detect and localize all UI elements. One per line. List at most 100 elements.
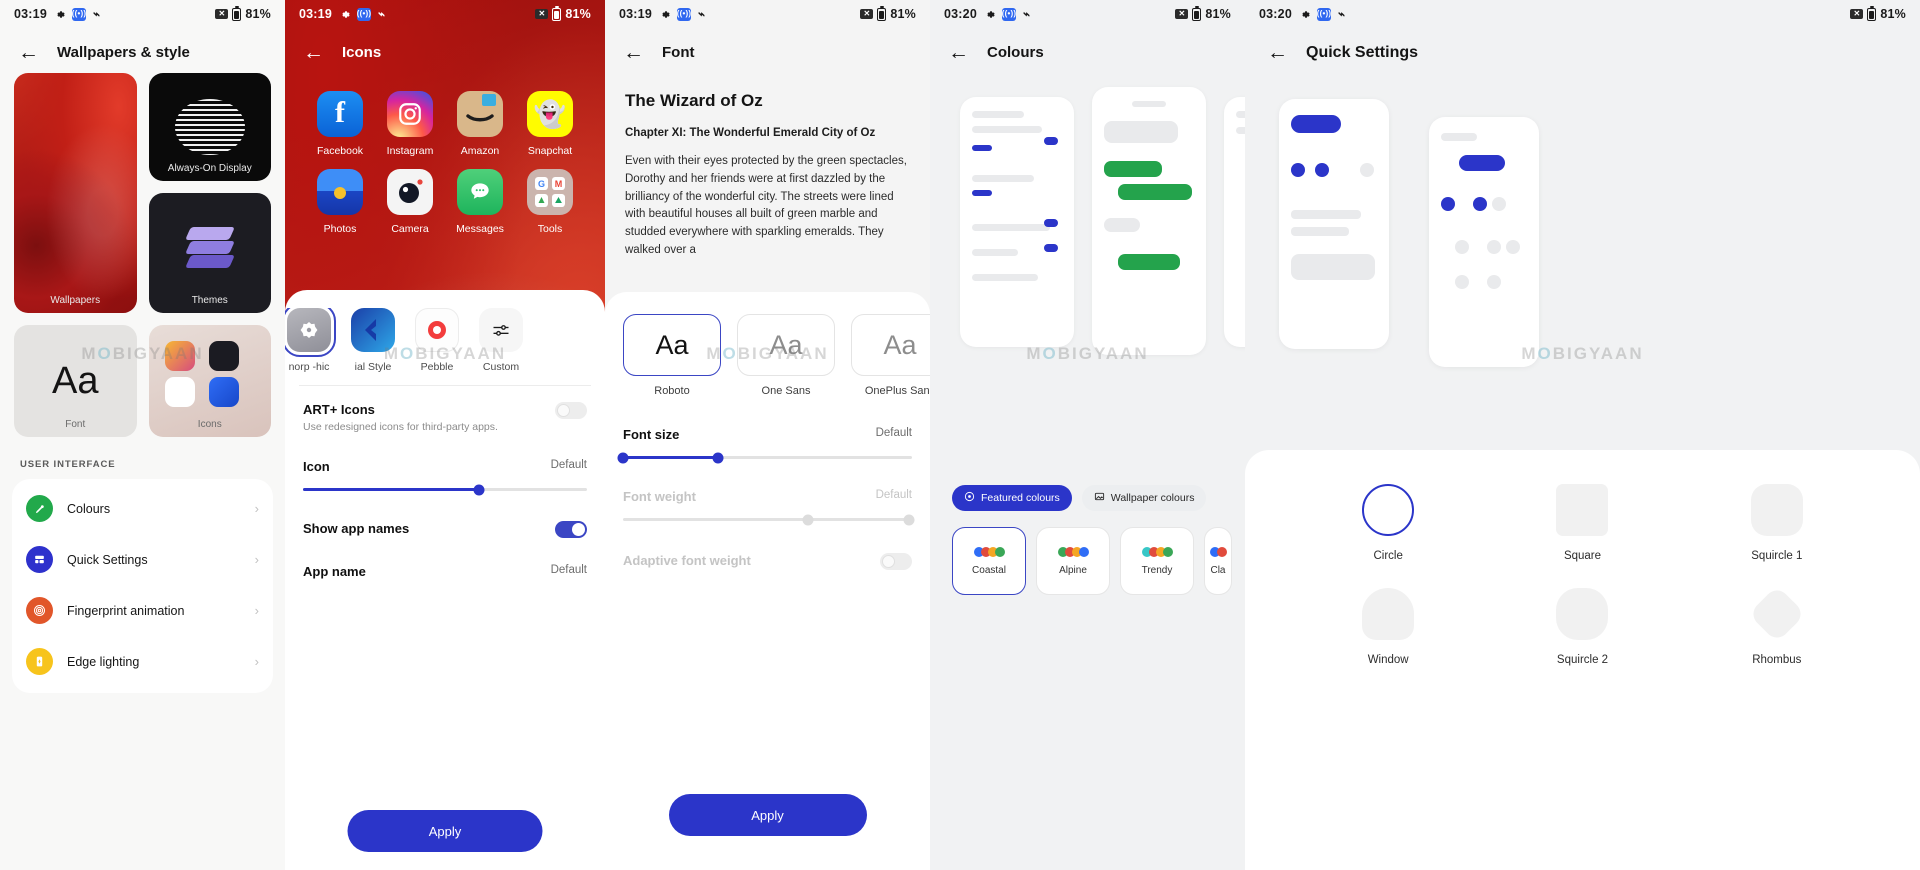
battery-x-icon: ✕ bbox=[860, 9, 874, 19]
style-tiles: Aa Font Icons bbox=[0, 313, 285, 437]
always-on-display-tile[interactable]: Always-On Display bbox=[148, 73, 271, 181]
app-cell-tools[interactable]: G M Tools bbox=[515, 169, 585, 235]
font-swatch: Aa bbox=[623, 314, 721, 376]
shape-option-circle[interactable]: Circle bbox=[1291, 484, 1485, 562]
app-bar: ← Font bbox=[605, 28, 930, 73]
font-weight-value: Default bbox=[875, 489, 912, 501]
instagram-icon bbox=[387, 91, 433, 137]
themes-tile[interactable]: Themes bbox=[148, 193, 271, 313]
squircle1-shape-icon bbox=[1750, 484, 1803, 536]
tab-wallpaper-colours[interactable]: Wallpaper colours bbox=[1081, 485, 1207, 511]
gear-icon bbox=[339, 9, 350, 20]
show-app-names-toggle[interactable] bbox=[555, 521, 587, 538]
back-button[interactable]: ← bbox=[303, 42, 324, 63]
app-cell-camera[interactable]: Camera bbox=[375, 169, 445, 235]
icon-style-pebble[interactable]: Pebble bbox=[415, 308, 459, 373]
preview-card-green[interactable] bbox=[1092, 87, 1206, 355]
palette-dots bbox=[1209, 546, 1227, 557]
palette-alpine[interactable]: Alpine bbox=[1036, 527, 1110, 595]
list-item-edge-lighting[interactable]: Edge lighting › bbox=[12, 636, 273, 687]
preview-card-partial[interactable] bbox=[1224, 97, 1245, 347]
adaptive-font-weight-toggle[interactable] bbox=[880, 553, 912, 570]
palette-dots bbox=[1057, 546, 1089, 557]
icon-style-custom[interactable]: Custom bbox=[479, 308, 523, 373]
rhombus-shape-icon bbox=[1748, 585, 1806, 643]
preview-card-right[interactable] bbox=[1429, 117, 1539, 367]
panel-quick-settings: 03:20 ((•)) ⌁ ✕ 81% ← Quick Settings Cir… bbox=[1245, 0, 1920, 870]
shape-option-rhombus[interactable]: Rhombus bbox=[1680, 585, 1874, 666]
status-bar: 03:19 ((•)) ⌁ ✕ 81% bbox=[0, 0, 285, 28]
list-item-label: Fingerprint animation bbox=[67, 603, 185, 618]
icons-tile[interactable]: Icons bbox=[148, 325, 271, 437]
shape-label: Squircle 2 bbox=[1556, 654, 1609, 666]
art-icons-toggle[interactable] bbox=[555, 402, 587, 419]
app-cell-photos[interactable]: Photos bbox=[305, 169, 375, 235]
app-cell-messages[interactable]: Messages bbox=[445, 169, 515, 235]
palette-classic-partial[interactable]: Cla bbox=[1204, 527, 1232, 595]
colour-preview-cards bbox=[930, 73, 1245, 355]
app-cell-facebook[interactable]: f Facebook bbox=[305, 91, 375, 157]
preview-card-left[interactable] bbox=[1279, 99, 1389, 349]
aod-sun-icon bbox=[174, 99, 245, 155]
list-item-quick-settings[interactable]: Quick Settings › bbox=[12, 534, 273, 585]
screenshot-stage: 03:19 ((•)) ⌁ ✕ 81% ← Wallpapers & style… bbox=[0, 0, 1920, 870]
shape-option-squircle-2[interactable]: Squircle 2 bbox=[1485, 588, 1679, 666]
list-item-fingerprint-animation[interactable]: Fingerprint animation › bbox=[12, 585, 273, 636]
book-chapter: Chapter XI: The Wonderful Emerald City o… bbox=[625, 127, 876, 139]
palette-trendy[interactable]: Trendy bbox=[1120, 527, 1194, 595]
book-title: The Wizard of Oz bbox=[625, 91, 763, 110]
palette-label: Coastal bbox=[972, 564, 1006, 576]
font-option-roboto[interactable]: Aa Roboto bbox=[623, 314, 721, 397]
battery-icon bbox=[232, 5, 242, 21]
apply-button[interactable]: Apply bbox=[347, 810, 543, 852]
palette-dots bbox=[973, 546, 1005, 557]
back-button[interactable]: ← bbox=[623, 42, 644, 63]
palette-coastal[interactable]: Coastal bbox=[952, 527, 1026, 595]
nfc-icon: ((•)) bbox=[357, 7, 371, 21]
book-body: Even with their eyes protected by the gr… bbox=[625, 155, 907, 257]
apply-button[interactable]: Apply bbox=[668, 794, 867, 836]
list-item-label: Quick Settings bbox=[67, 552, 148, 567]
list-item-colours[interactable]: Colours › bbox=[12, 483, 273, 534]
page-title: Font bbox=[662, 44, 695, 61]
icon-style-label: Pebble bbox=[420, 361, 454, 373]
app-name: Snapchat bbox=[527, 145, 573, 157]
app-name-value: Default bbox=[550, 564, 587, 576]
battery-icon bbox=[1867, 5, 1877, 21]
icon-size-slider[interactable] bbox=[303, 484, 587, 495]
back-button[interactable]: ← bbox=[18, 42, 39, 63]
app-cell-snapchat[interactable]: 👻 Snapchat bbox=[515, 91, 585, 157]
wallpapers-tile-label: Wallpapers bbox=[50, 295, 101, 306]
status-bar: 03:20 ((•)) ⌁ ✕ 81% bbox=[1245, 0, 1920, 28]
quick-settings-previews bbox=[1245, 73, 1920, 367]
wallpapers-tile[interactable]: Wallpapers bbox=[14, 73, 137, 313]
font-sample: Aa bbox=[883, 329, 917, 360]
status-time: 03:19 bbox=[619, 7, 652, 21]
app-cell-instagram[interactable]: Instagram bbox=[375, 91, 445, 157]
app-cell-amazon[interactable]: Amazon bbox=[445, 91, 515, 157]
custom-style-swatch bbox=[479, 308, 523, 352]
shape-option-squircle-1[interactable]: Squircle 1 bbox=[1680, 484, 1874, 562]
icon-style-morphic[interactable]: norp -hic bbox=[285, 308, 336, 373]
snapchat-icon: 👻 bbox=[527, 91, 573, 137]
font-tile[interactable]: Aa Font bbox=[14, 325, 137, 437]
facebook-icon: f bbox=[317, 91, 363, 137]
tab-featured-colours[interactable]: Featured colours bbox=[952, 485, 1072, 511]
app-name: Camera bbox=[391, 223, 429, 235]
shape-option-window[interactable]: Window bbox=[1291, 588, 1485, 666]
font-size-slider[interactable] bbox=[617, 452, 912, 463]
status-bar: 03:19 ((•)) ⌁ ✕ 81% bbox=[605, 0, 930, 28]
shape-option-square[interactable]: Square bbox=[1485, 484, 1679, 562]
font-swatch: Aa bbox=[851, 314, 930, 376]
icon-style-material[interactable]: ial Style bbox=[351, 308, 395, 373]
font-weight-slider[interactable] bbox=[623, 514, 915, 525]
back-button[interactable]: ← bbox=[1267, 42, 1288, 63]
preview-card-blue[interactable] bbox=[960, 97, 1074, 347]
shape-label: Window bbox=[1367, 654, 1409, 666]
amazon-icon bbox=[457, 91, 503, 137]
back-button[interactable]: ← bbox=[948, 42, 969, 63]
adaptive-font-weight-setting: Adaptive font weight bbox=[605, 521, 930, 570]
font-option-oneplus-sans[interactable]: Aa OnePlus Sans bbox=[851, 314, 930, 397]
battery-x-icon: ✕ bbox=[535, 9, 549, 19]
font-option-one-sans[interactable]: Aa One Sans bbox=[737, 314, 835, 397]
